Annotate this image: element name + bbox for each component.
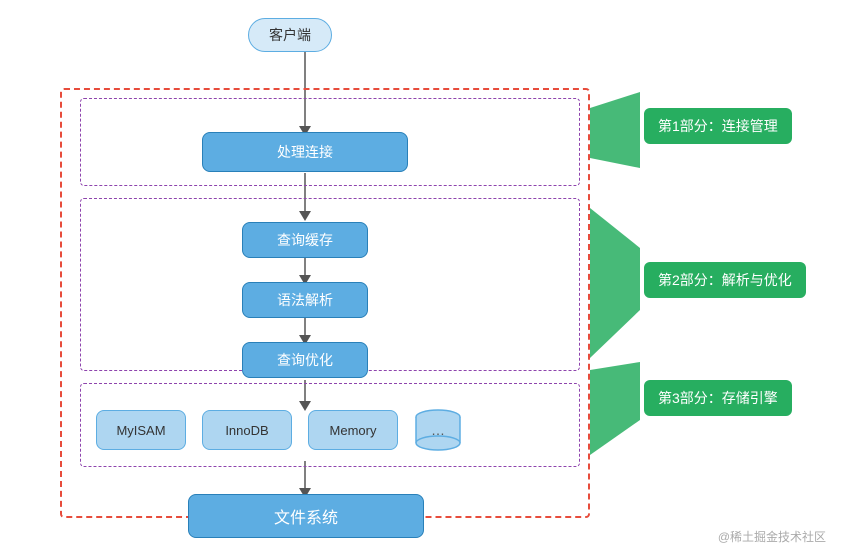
part2-label: 第2部分：解析与优化 — [644, 262, 806, 298]
part2-text: 第2部分：解析与优化 — [658, 272, 792, 288]
part1-label: 第1部分：连接管理 — [644, 108, 792, 144]
svg-text:…: … — [431, 422, 445, 438]
innodb-node: InnoDB — [202, 410, 292, 450]
syntax-parse-label: 语法解析 — [277, 290, 333, 310]
query-cache-label: 查询缓存 — [277, 230, 333, 250]
part1-text: 第1部分：连接管理 — [658, 118, 778, 134]
memory-node: Memory — [308, 410, 398, 450]
client-label: 客户端 — [269, 27, 311, 43]
query-optimize-node: 查询优化 — [242, 342, 368, 378]
diagram-container: 客户端 处理连接 查询缓存 语法解析 查询优化 MyISAM InnoDB Me… — [0, 0, 842, 559]
process-conn-label: 处理连接 — [277, 142, 333, 162]
myisam-label: MyISAM — [116, 423, 165, 438]
innodb-label: InnoDB — [225, 423, 268, 438]
cylinder-icon: … — [414, 408, 462, 452]
filesystem-label: 文件系统 — [274, 504, 338, 528]
myisam-node: MyISAM — [96, 410, 186, 450]
watermark-text: @稀土掘金技术社区 — [718, 530, 826, 544]
filesystem-node: 文件系统 — [188, 494, 424, 538]
cylinder-node: … — [410, 406, 466, 454]
part3-label: 第3部分：存储引擎 — [644, 380, 792, 416]
query-cache-node: 查询缓存 — [242, 222, 368, 258]
process-conn-node: 处理连接 — [202, 132, 408, 172]
query-optimize-label: 查询优化 — [277, 350, 333, 370]
part3-text: 第3部分：存储引擎 — [658, 390, 778, 406]
client-node: 客户端 — [248, 18, 332, 52]
memory-label: Memory — [330, 423, 377, 438]
syntax-parse-node: 语法解析 — [242, 282, 368, 318]
watermark: @稀土掘金技术社区 — [718, 528, 826, 545]
